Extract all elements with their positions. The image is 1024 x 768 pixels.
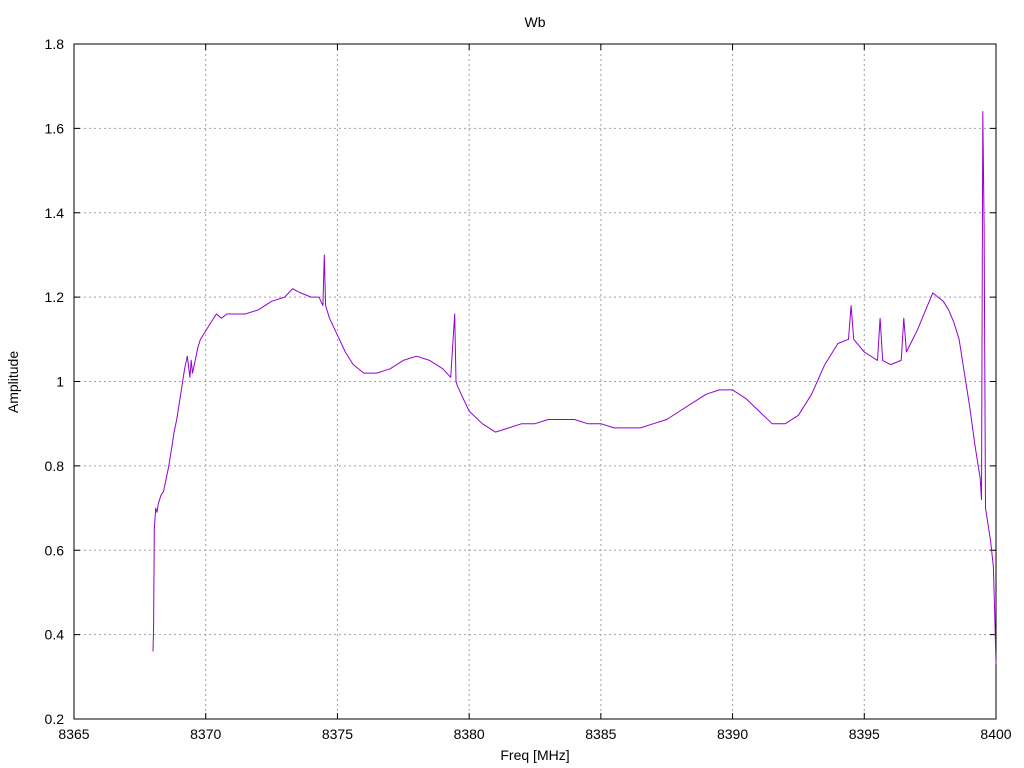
y-tick-label: 1.4 [45,205,65,221]
y-axis-label: Amplitude [5,351,21,413]
amplitude-chart: 8365 8370 8375 8380 8385 8390 8395 8400 0.2 0.4 0.… [5,14,1012,763]
x-tick-label: 8385 [585,726,616,742]
amplitude-series-line [152,111,997,665]
y-tick-label: 1.8 [45,36,65,52]
x-axis-label: Freq [MHz] [500,747,569,763]
x-tick-label: 8400 [980,726,1011,742]
y-tick-label: 1.2 [45,289,65,305]
series-layer [152,111,997,665]
y-tick-label: 0.6 [45,542,65,558]
y-tick-label: 0.4 [45,627,65,643]
y-tick-label: 0.8 [45,458,65,474]
chart-root: 8365 8370 8375 8380 8385 8390 8395 8400 0.2 0.4 0.… [0,0,1024,768]
grid-layer [74,44,996,719]
x-tick-label: 8370 [190,726,221,742]
y-tick-label: 1.6 [45,120,65,136]
x-tick-label: 8375 [322,726,353,742]
tick-layer: 8365 8370 8375 8380 8385 8390 8395 8400 0.2 0.4 0.… [45,36,1012,742]
x-tick-label: 8395 [849,726,880,742]
y-tick-label: 1 [56,374,64,390]
x-tick-label: 8390 [717,726,748,742]
x-tick-label: 8380 [454,726,485,742]
chart-title: Wb [525,14,546,30]
x-tick-label: 8365 [58,726,89,742]
y-tick-label: 0.2 [45,711,65,727]
